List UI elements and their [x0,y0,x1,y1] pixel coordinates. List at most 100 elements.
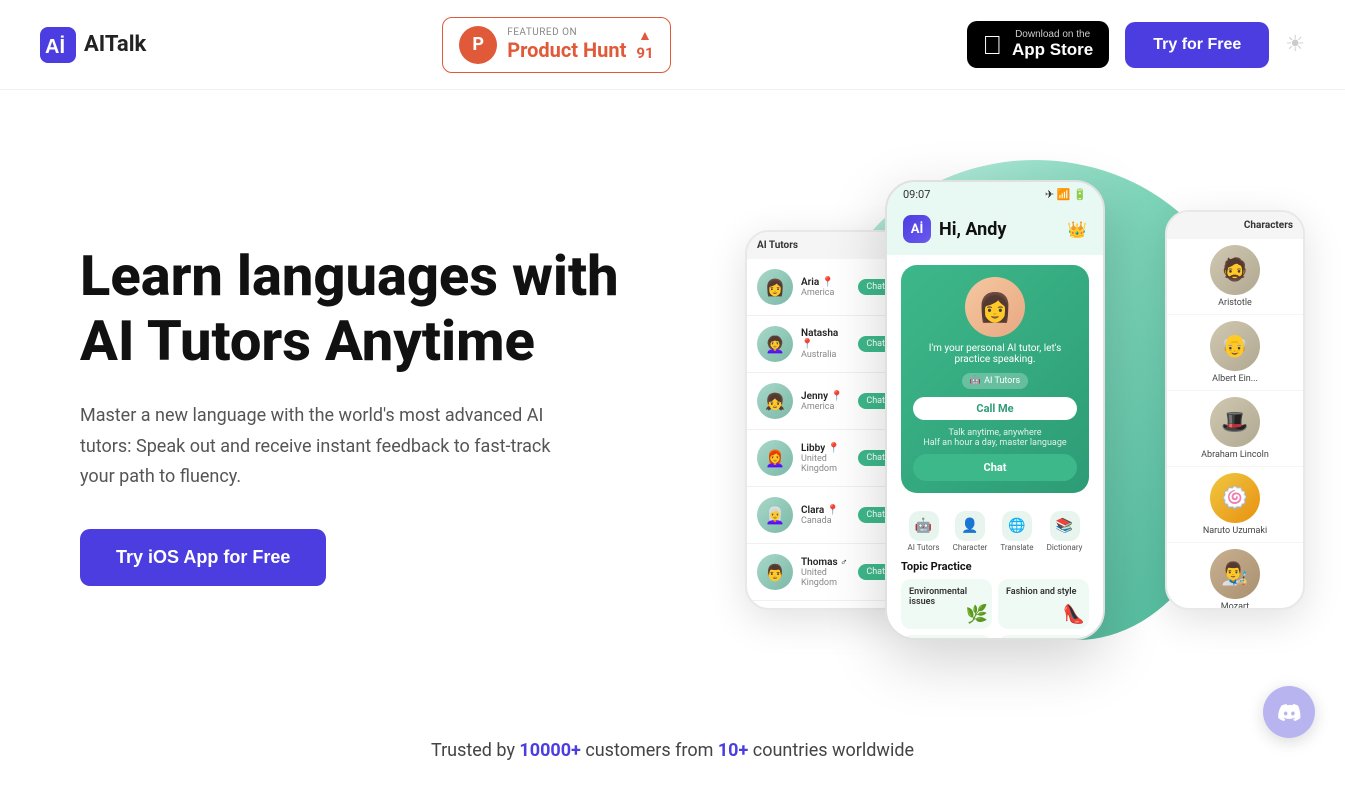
avatar: 👩 [757,269,793,305]
product-hunt-badge[interactable]: P FEATURED ON Product Hunt ▲ 91 [442,17,670,73]
phone-app-header: Aİ Hi, Andy 👑 [887,207,1103,255]
tutor-location: Australia [801,350,850,360]
phone-left-header-text: AI Tutors [757,240,798,251]
hero-title-line1: Learn languages with [80,243,619,309]
tutor-name: Natasha 📍 [801,328,850,350]
tutor-name: Jenny 📍 [801,391,850,402]
character-name: Albert Ein... [1212,374,1258,384]
list-item: 👧 Jenny 📍 America Chat [747,373,903,430]
list-item: 👩‍🦱 Natasha 📍 Australia Chat [747,316,903,373]
trust-middle: customers from [581,740,718,761]
hero-description: Master a new language with the world's m… [80,401,580,493]
character-name: Aristotle [1218,298,1252,308]
topic-practice-title: Topic Practice [901,560,1089,573]
hero-title: Learn languages with AI Tutors Anytime [80,244,619,373]
tutor-name: Aria 📍 [801,277,850,288]
hero-cta-button[interactable]: Try iOS App for Free [80,529,326,586]
badge-row: 🤖 AI Tutors [913,373,1077,389]
trust-prefix: Trusted by [431,740,519,761]
topic-card-env[interactable]: Environmental issues 🌿 [901,579,992,629]
topic-emoji: 🌿 [966,604,988,625]
item-info: Thomas ♂ United Kingdom [801,557,850,588]
badge-icon: 🤖 [970,376,981,386]
item-info: Libby 📍 United Kingdom [801,443,850,474]
phone-time: 09:07 [903,188,930,201]
discord-button[interactable] [1263,686,1315,738]
list-item: 👨 Thomas ♂ United Kingdom Chat [747,544,903,601]
topic-name: Environmental issues [909,587,967,607]
character-name: Abraham Lincoln [1201,450,1269,460]
phone-icon-ai-tutors[interactable]: 🤖 AI Tutors [908,511,940,552]
ph-name: Product Hunt [507,38,626,62]
list-item: 👴 Albert Ein... [1167,315,1303,391]
hero-section: Learn languages with AI Tutors Anytime M… [0,90,1345,720]
character-avatar: 👨‍🎨 [1210,549,1260,599]
topic-card-sports[interactable]: Sports and ⚽ [901,635,992,640]
ph-votes: ▲ 91 [636,27,653,62]
ph-circle-icon: P [459,26,497,64]
topic-card-fashion[interactable]: Fashion and style 👠 [998,579,1089,629]
avatar: 👩‍🦱 [757,326,793,362]
list-item: 👩‍🦰 Libby 📍 United Kingdom Chat [747,430,903,487]
phone-left-header: AI Tutors [747,232,903,259]
ai-tutors-badge: 🤖 AI Tutors [962,373,1028,389]
phone-icon-translate[interactable]: 🌐 Translate [1000,511,1033,552]
apple-icon:  [983,32,1003,58]
hero-title-line2: AI Tutors Anytime [80,308,535,374]
avatar: 👧 [757,383,793,419]
tutor-name: Libby 📍 [801,443,850,454]
badge-label: AI Tutors [984,376,1020,386]
ai-tutors-icon: 🤖 [909,511,939,541]
item-info: Aria 📍 America [801,277,850,298]
item-info: Jenny 📍 America [801,391,850,412]
phone-icon-character[interactable]: 👤 Character [953,511,988,552]
character-icon: 👤 [955,511,985,541]
tutor-location: United Kingdom [801,454,850,474]
avatar: 👩‍🦳 [757,497,793,533]
dictionary-icon: 📚 [1050,511,1080,541]
topic-card-music[interactable]: Music and 🎵 [998,635,1089,640]
ai-tutors-label: AI Tutors [908,543,940,552]
avatar: 👩‍🦰 [757,440,793,476]
ph-featured-label: FEATURED ON [507,27,626,38]
ph-arrow-icon: ▲ [638,27,652,44]
phone-crown-icon: 👑 [1067,220,1087,239]
app-store-small-text: Download on the [1012,29,1093,40]
phone-right-header-text: Characters [1244,220,1293,231]
tutor-location: Canada [801,516,850,526]
topic-name: Fashion and style [1006,587,1076,597]
list-item: 🧔 Aristotle [1167,239,1303,315]
list-item: 👩 Aria 📍 America Chat [747,259,903,316]
ph-vote-count: 91 [636,44,653,62]
phone-chat-button[interactable]: Chat [913,454,1077,481]
trust-suffix: countries worldwide [748,740,914,761]
app-store-large-text: App Store [1012,40,1093,60]
dictionary-label: Dictionary [1047,543,1083,552]
avatar: 👨 [757,554,793,590]
phone-mockup-area: AI Tutors 👩 Aria 📍 America Chat 👩‍🦱 Nata… [765,150,1305,680]
phone-status-bar: 09:07 ✈ 📶 🔋 [887,182,1103,207]
character-avatar: 🎩 [1210,397,1260,447]
character-label: Character [953,543,988,552]
header-right:  Download on the App Store Try for Free… [967,21,1306,68]
phone-greeting: Hi, Andy [939,219,1006,240]
phone-icon-dictionary[interactable]: 📚 Dictionary [1047,511,1083,552]
list-item: 👩‍🦳 Clara 📍 Canada Chat [747,487,903,544]
phone-right-header: Characters [1167,212,1303,239]
phone-right-partial: Characters 🧔 Aristotle 👴 Albert Ein... 🎩… [1165,210,1305,610]
call-me-button[interactable]: Call Me [913,397,1077,420]
ph-text-area: FEATURED ON Product Hunt [507,27,626,62]
try-free-button[interactable]: Try for Free [1125,22,1269,68]
tutor-avatar: 👩 [965,277,1025,337]
svg-text:Aİ: Aİ [45,35,65,58]
logo-text: AITalk [84,32,146,57]
phone-tagline1: Talk anytime, anywhere [913,428,1077,438]
character-avatar: 🧔 [1210,245,1260,295]
tutor-message: I'm your personal AI tutor, let's practi… [913,343,1077,365]
item-info: Natasha 📍 Australia [801,328,850,360]
translate-icon: 🌐 [1002,511,1032,541]
character-avatar: 👴 [1210,321,1260,371]
theme-toggle-icon[interactable]: ☀ [1285,32,1305,57]
list-item: 🎩 Abraham Lincoln [1167,391,1303,467]
app-store-button[interactable]:  Download on the App Store [967,21,1110,68]
